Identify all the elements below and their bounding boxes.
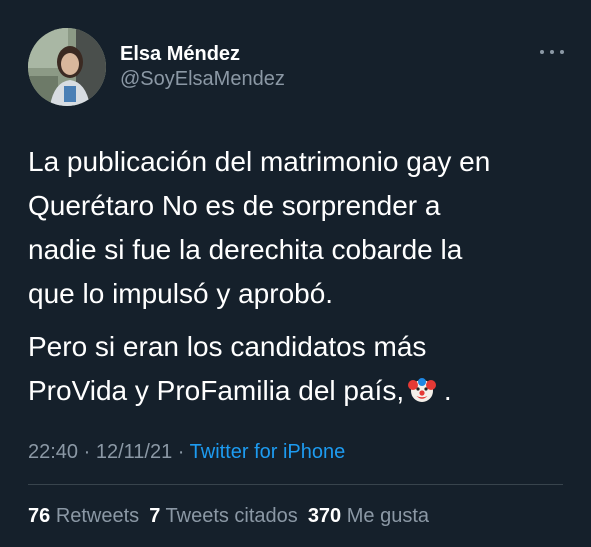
- tweet-line-with-emoji: ProVida y ProFamilia del país, .: [28, 369, 573, 413]
- tweet-line: Querétaro No es de sorprender a: [28, 190, 441, 221]
- tweet-paragraph-1: La publicación del matrimonio gay en Que…: [28, 140, 573, 316]
- quote-tweets-label: Tweets citados: [165, 505, 298, 527]
- tweet-line: ProVida y ProFamilia del país,: [28, 375, 405, 406]
- author-block: Elsa Méndez @SoyElsaMendez: [120, 42, 285, 92]
- likes-label: Me gusta: [346, 505, 430, 527]
- tweet-source-link[interactable]: Twitter for iPhone: [190, 441, 346, 463]
- tweet-line: que lo impulsó y aprobó.: [28, 278, 334, 309]
- display-name[interactable]: Elsa Méndez: [120, 42, 285, 66]
- more-dot: [540, 50, 544, 54]
- avatar[interactable]: [28, 28, 106, 106]
- more-dot: [560, 50, 564, 54]
- retweets-label: Retweets: [55, 505, 140, 527]
- more-dot: [550, 50, 554, 54]
- quote-tweets-count: 7: [149, 505, 161, 527]
- likes-stat[interactable]: 370 Me gusta: [308, 505, 439, 527]
- meta-separator: ·: [78, 441, 96, 463]
- engagement-stats: 76 Retweets 7 Tweets citados 370 Me gusta: [28, 502, 439, 530]
- avatar-image: [28, 28, 106, 106]
- quote-tweets-stat[interactable]: 7 Tweets citados: [149, 505, 308, 527]
- clown-face-icon: [408, 378, 437, 402]
- more-options-icon[interactable]: [540, 46, 564, 58]
- tweet-meta: 22:40 · 12/11/21 · Twitter for iPhone: [28, 438, 345, 466]
- tweet-trailing-period: .: [443, 375, 452, 406]
- tweet-time[interactable]: 22:40: [28, 441, 78, 463]
- tweet-date[interactable]: 12/11/21: [96, 441, 172, 463]
- retweets-count: 76: [28, 505, 51, 527]
- tweet-line: nadie si fue la derechita cobarde la: [28, 234, 463, 265]
- tweet-paragraph-2: Pero si eran los candidatos más ProVida …: [28, 325, 573, 413]
- tweet-line: Pero si eran los candidatos más: [28, 331, 427, 362]
- meta-separator: ·: [172, 441, 190, 463]
- tweet-text: La publicación del matrimonio gay en Que…: [28, 140, 573, 413]
- retweets-stat[interactable]: 76 Retweets: [28, 505, 149, 527]
- divider: [28, 484, 563, 485]
- likes-count: 370: [307, 505, 342, 527]
- user-handle[interactable]: @SoyElsaMendez: [120, 66, 285, 92]
- tweet-card: Elsa Méndez @SoyElsaMendez La publicació…: [0, 0, 591, 547]
- tweet-line: La publicación del matrimonio gay en: [28, 146, 491, 177]
